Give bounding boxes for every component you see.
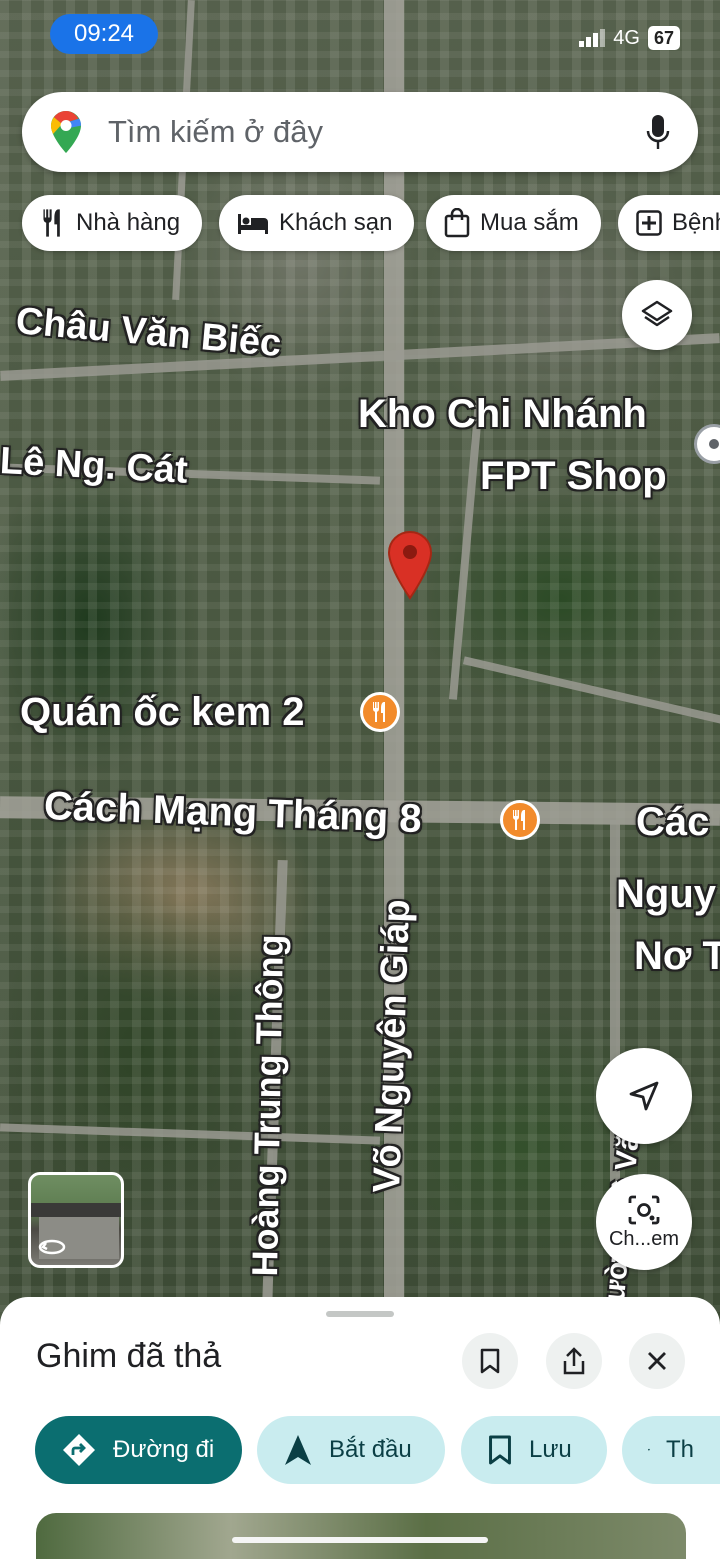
camera-search-icon xyxy=(628,1195,660,1224)
close-icon xyxy=(648,1352,666,1370)
signal-icon xyxy=(579,29,606,47)
label-no-t[interactable]: Nơ T xyxy=(634,934,720,979)
street-view-thumbnail[interactable] xyxy=(28,1172,124,1268)
share-button[interactable] xyxy=(546,1333,602,1389)
share-icon xyxy=(563,1347,585,1375)
label-fpt-shop[interactable]: FPT Shop xyxy=(480,454,667,499)
poi-restaurant-cach-mang[interactable] xyxy=(500,800,540,840)
label-flag-button[interactable]: Th xyxy=(622,1416,720,1484)
flag-icon xyxy=(648,1448,650,1452)
navigation-arrow-icon xyxy=(629,1081,659,1111)
start-button[interactable]: Bắt đầu xyxy=(257,1416,445,1484)
bed-icon xyxy=(238,214,268,234)
chip-label: Nhà hàng xyxy=(76,209,181,236)
lens-button[interactable]: Ch...em xyxy=(596,1174,692,1270)
search-bar[interactable]: Tìm kiếm ở đây xyxy=(22,92,698,172)
utensils-icon xyxy=(373,702,385,722)
bottom-sheet[interactable]: Ghim đã thả Đường đi Bắt đầu Lưu Th xyxy=(0,1297,720,1559)
layers-icon xyxy=(641,300,673,327)
chip-restaurants[interactable]: Nhà hàng xyxy=(22,195,203,251)
poi-restaurant-oc-kem[interactable] xyxy=(360,692,400,732)
place-photo[interactable] xyxy=(36,1513,686,1559)
network-type: 4G xyxy=(613,26,640,49)
save-label: Lưu xyxy=(529,1436,572,1463)
close-button[interactable] xyxy=(629,1333,685,1389)
label-nguy[interactable]: Nguy xyxy=(616,872,716,917)
directions-label: Đường đi xyxy=(113,1436,215,1463)
sheet-drag-handle[interactable] xyxy=(326,1311,394,1317)
label-kho-chi-nhanh[interactable]: Kho Chi Nhánh xyxy=(358,392,647,437)
save-bookmark-button[interactable] xyxy=(462,1333,518,1389)
chip-label: Bệnh xyxy=(672,209,720,236)
navigation-arrow-icon xyxy=(285,1435,311,1465)
home-indicator[interactable] xyxy=(232,1537,488,1543)
microphone-icon[interactable] xyxy=(646,114,670,150)
status-icons: 4G 67 xyxy=(579,26,680,50)
location-dot-icon xyxy=(709,439,719,449)
rotate-360-icon xyxy=(38,1239,66,1255)
bookmark-icon xyxy=(489,1435,511,1465)
directions-icon xyxy=(63,1434,95,1466)
my-location-button[interactable] xyxy=(596,1048,692,1144)
search-placeholder[interactable]: Tìm kiếm ở đây xyxy=(108,114,646,150)
label-hoang-trung-thong[interactable]: Hoàng Trung Thông xyxy=(244,934,292,1277)
battery-level: 67 xyxy=(647,26,680,50)
directions-button[interactable]: Đường đi xyxy=(35,1416,242,1484)
chip-label: Mua sắm xyxy=(480,209,579,236)
flag-label: Th xyxy=(665,1436,694,1463)
street-view-roof xyxy=(31,1203,121,1217)
lens-label: Ch...em xyxy=(608,1227,680,1250)
layers-button[interactable] xyxy=(622,280,692,350)
label-quan-oc-kem[interactable]: Quán ốc kem 2 xyxy=(20,690,305,735)
chip-hospitals[interactable]: Bệnh xyxy=(618,195,720,251)
start-label: Bắt đầu xyxy=(329,1436,412,1463)
sheet-title: Ghim đã thả xyxy=(36,1337,222,1375)
chip-shopping[interactable]: Mua sắm xyxy=(426,195,601,251)
dropped-pin-icon[interactable] xyxy=(386,530,434,600)
bookmark-icon xyxy=(480,1348,500,1374)
shopping-bag-icon xyxy=(444,208,470,238)
label-cach-right[interactable]: Các xyxy=(636,800,709,845)
utensils-icon xyxy=(43,209,60,237)
google-maps-logo-icon xyxy=(51,111,81,153)
status-time: 09:24 xyxy=(50,14,158,54)
save-button[interactable]: Lưu xyxy=(461,1416,607,1484)
chip-label: Khách sạn xyxy=(279,209,393,236)
utensils-icon xyxy=(513,810,525,830)
chip-hotels[interactable]: Khách sạn xyxy=(219,195,415,251)
hospital-icon xyxy=(636,210,662,236)
